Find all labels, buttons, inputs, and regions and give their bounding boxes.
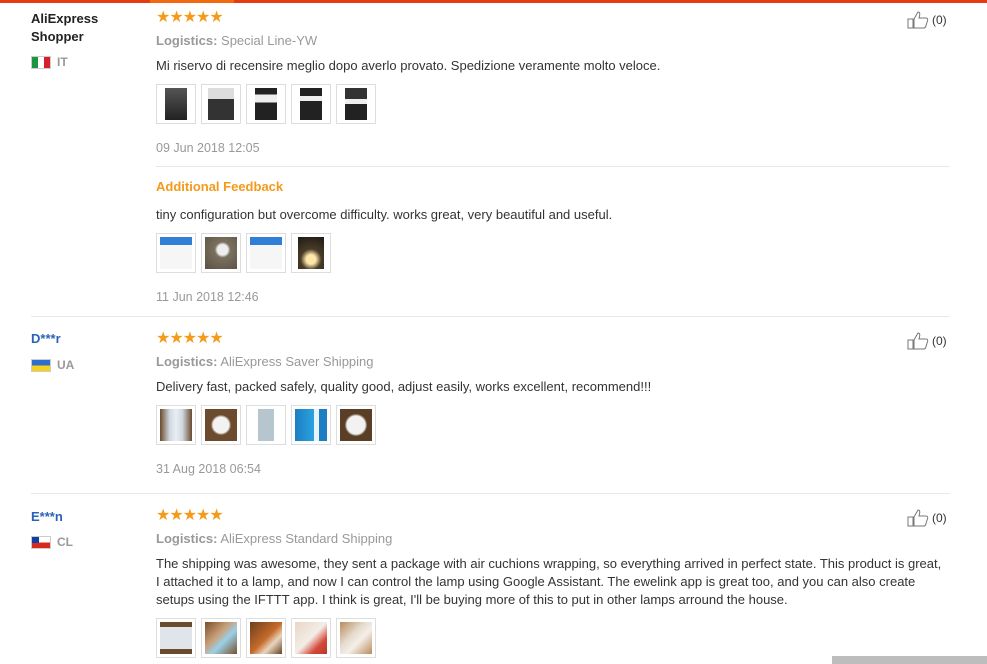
review-separator [31,316,950,317]
review-photo[interactable] [291,233,331,273]
logistics-value: AliExpress Saver Shipping [220,354,374,369]
logistics-label: Logistics: [156,33,218,48]
thumbs-up-icon [907,11,929,29]
review-photo[interactable] [291,618,331,658]
review-photo[interactable] [246,84,286,124]
review-photo[interactable] [336,618,376,658]
review-photos [156,618,376,658]
reviewer-name: AliExpress Shopper [31,11,99,44]
review-photo[interactable] [156,405,196,445]
helpful-count: (0) [932,13,947,27]
review-photo[interactable] [156,84,196,124]
chile-flag-icon [31,535,51,549]
review-text: The shipping was awesome, they sent a pa… [156,556,942,607]
review-photos [156,405,376,445]
review-photos [156,84,376,124]
logistics-info: Logistics: AliExpress Saver Shipping [156,354,374,369]
logistics-label: Logistics: [156,531,218,546]
logistics-info: Logistics: AliExpress Standard Shipping [156,531,392,546]
review-date: 31 Aug 2018 06:54 [156,462,261,476]
logistics-label: Logistics: [156,354,218,369]
review-text: Mi riservo di recensire meglio dopo aver… [156,58,661,73]
horizontal-scrollbar[interactable] [832,656,987,664]
logistics-value: Special Line-YW [221,33,318,48]
star-rating: ★★★★★ [156,507,224,524]
review-separator [31,493,950,494]
reviewer-name[interactable]: D***r [31,330,141,348]
review-photo[interactable] [201,233,241,273]
reviewer-country: CL [31,535,73,549]
review-photo[interactable] [201,618,241,658]
star-rating: ★★★★★ [156,9,224,26]
country-code: IT [57,55,68,69]
thumbs-up-icon [907,332,929,350]
review-photo[interactable] [336,84,376,124]
additional-feedback-text: tiny configuration but overcome difficul… [156,207,613,222]
helpful-button[interactable]: (0) [907,332,947,350]
reviewer-name[interactable]: E***n [31,508,141,526]
active-tab-indicator [150,0,234,3]
review-photo[interactable] [246,233,286,273]
review-photo[interactable] [291,405,331,445]
review-photo[interactable] [156,618,196,658]
country-code: CL [57,535,73,549]
italy-flag-icon [31,55,51,69]
additional-feedback-date: 11 Jun 2018 12:46 [156,290,259,304]
helpful-count: (0) [932,334,947,348]
star-rating: ★★★★★ [156,330,224,347]
review-photo[interactable] [156,233,196,273]
thumbs-up-icon [907,509,929,527]
helpful-button[interactable]: (0) [907,509,947,527]
reviewer-country: IT [31,55,68,69]
ukraine-flag-icon [31,358,51,372]
review-photo[interactable] [291,84,331,124]
reviewer-country: UA [31,358,74,372]
top-accent-bar [0,0,987,3]
helpful-button[interactable]: (0) [907,11,947,29]
review-date: 09 Jun 2018 12:05 [156,141,260,155]
additional-photos [156,233,331,273]
additional-feedback-label: Additional Feedback [156,179,284,194]
logistics-info: Logistics: Special Line-YW [156,33,317,48]
country-code: UA [57,358,75,372]
review-photo[interactable] [246,618,286,658]
review-photo[interactable] [201,405,241,445]
logistics-value: AliExpress Standard Shipping [220,531,393,546]
review-photo[interactable] [336,405,376,445]
review-photo[interactable] [201,84,241,124]
helpful-count: (0) [932,511,947,525]
review-text: Delivery fast, packed safely, quality go… [156,379,652,394]
review-photo[interactable] [246,405,286,445]
divider [156,166,950,167]
